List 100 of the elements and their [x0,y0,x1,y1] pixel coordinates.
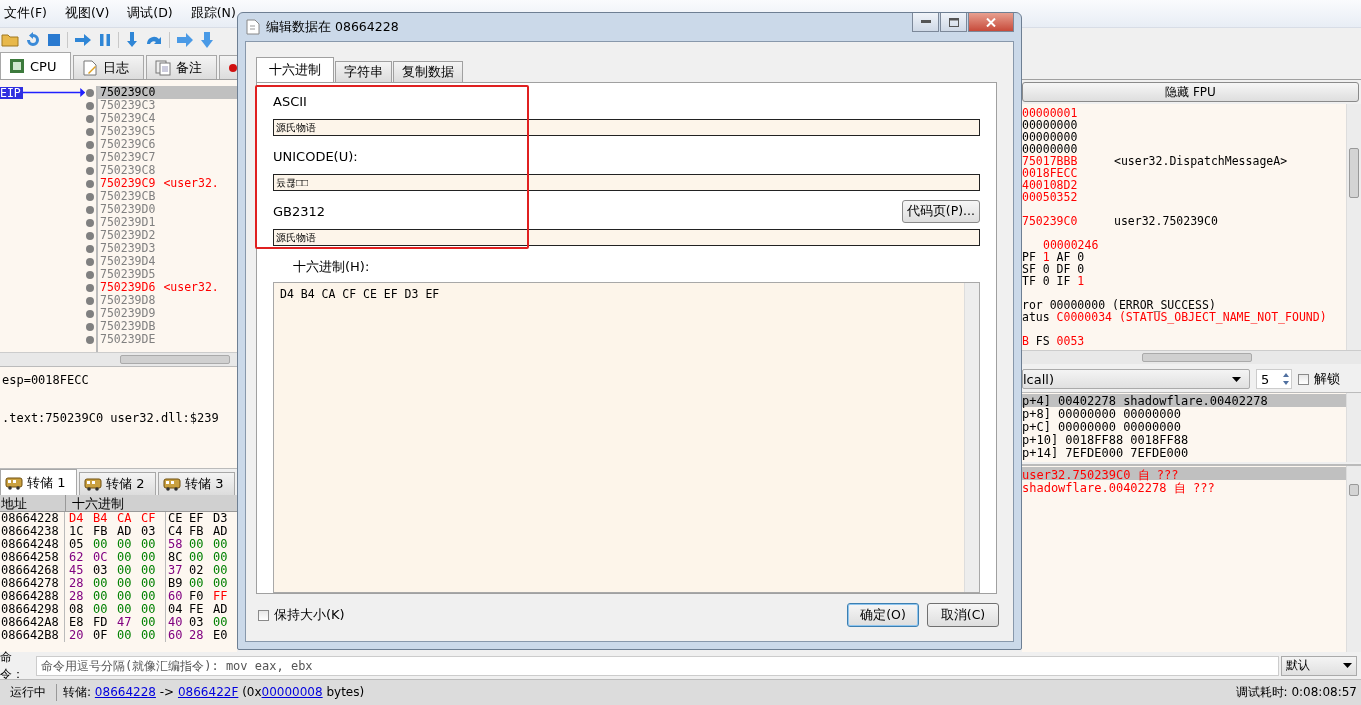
tab[interactable]: 转储 2 [79,472,156,495]
hex-byte: 03 [141,525,157,538]
checkbox[interactable] [258,609,269,621]
hide-fpu-button[interactable]: 隐藏 FPU [1022,82,1359,102]
dump-range-text: 转储: 08664228 -> 0866422F (0x00000008 bytes) [62,684,366,701]
hex-byte: 00 [141,629,157,642]
breakpoint-dot[interactable] [86,218,94,227]
register-text: atus [1022,311,1050,323]
breakpoint-dot[interactable] [86,322,94,331]
breakpoint-dot[interactable] [86,335,94,344]
van-icon [5,475,23,490]
field-label: ASCII [273,93,307,109]
cancel-button[interactable]: 取消(C) [927,603,999,627]
hex-byte: 00 [141,603,157,616]
breakpoint-dot[interactable] [86,257,94,266]
hex-byte: AD [213,603,229,616]
notes-icon [155,59,172,76]
tab[interactable]: 备注 [146,55,218,79]
register-text: AF [1056,251,1071,263]
hex-byte: E0 [213,629,229,642]
breakpoint-dot[interactable] [86,205,94,214]
hex-byte: 00 [141,538,157,551]
step-into-icon[interactable] [125,31,139,49]
mode-dropdown[interactable]: 默认 [1281,655,1357,676]
breakpoint-dot[interactable] [86,296,94,305]
checkbox[interactable] [1298,373,1309,385]
down-arrow-icon[interactable] [200,31,214,49]
register-text: user32.750239C0 [1114,215,1218,227]
breakpoint-dot[interactable] [86,283,94,292]
breakpoint-dot[interactable] [86,101,94,110]
breakpoint-dot[interactable] [86,309,94,318]
menu-item[interactable]: 调试(D) [127,5,173,22]
arrow-icon [22,88,85,97]
call-convention-dropdown[interactable]: lcall) [1022,369,1250,389]
breakpoint-dot[interactable] [86,114,94,123]
register-text: ror [1022,299,1043,311]
hex-byte: 03 [93,564,109,577]
caret-icon [1232,376,1241,382]
hex-byte: C4 [165,525,189,538]
ok-button[interactable]: 确定(O) [847,603,919,627]
code-page-button[interactable]: 代码页(P)... [901,199,980,223]
scrollbar[interactable] [964,283,979,592]
scrollbar[interactable] [1346,393,1361,462]
count-spinner[interactable]: 5 [1256,369,1292,389]
breakpoint-dot[interactable] [86,88,94,97]
eip-label: EIP [0,86,23,99]
folder-icon[interactable] [1,32,19,48]
address-link[interactable]: 0866422F [177,685,239,699]
pause-icon[interactable] [98,32,112,48]
hex-byte: 00 [213,564,229,577]
menu-item[interactable]: 文件(F) [4,5,47,22]
menu-item[interactable]: 跟踪(N) [190,5,236,22]
breakpoint-dot[interactable] [86,244,94,253]
minimize-button[interactable] [912,13,939,32]
scrollbar[interactable] [0,352,237,366]
tab[interactable]: 转储 1 [0,469,77,495]
hex-field[interactable]: D4 B4 CA CF CE EF D3 EF [273,282,980,593]
size-link[interactable]: 00000008 [261,685,323,699]
breakpoint-dot[interactable] [86,179,94,188]
stop-icon[interactable] [47,33,61,47]
address-text: 750239C0 [100,85,156,99]
tab[interactable]: 十六进制 [256,57,334,82]
restart-icon[interactable] [25,32,41,48]
input-field[interactable]: 源氏物语 [273,229,980,246]
breakpoint-dot[interactable] [86,192,94,201]
scrollbar[interactable] [1022,350,1361,364]
breakpoint-dot[interactable] [86,140,94,149]
input-field[interactable]: 源氏物语 [273,119,980,136]
call-stack-entry: shadowflare.00402278 自 ??? [1022,481,1215,495]
hex-byte: 00 [189,538,205,551]
window-title: 编辑数据在 08664228 [266,18,399,36]
tab[interactable]: CPU [0,52,72,79]
run-icon[interactable] [74,32,92,48]
register-text: B [1022,335,1029,347]
hex-byte: 28 [69,577,85,590]
breakpoint-dot[interactable] [86,127,94,136]
hex-byte: 1C [69,525,85,538]
menu-item[interactable]: 视图(V) [64,5,110,22]
hex-byte: CA [117,512,133,525]
hex-byte: 00 [141,616,157,629]
address-text: 750239D3 [100,241,156,255]
command-field[interactable]: 命令用逗号分隔(就像汇编指令): mov eax, ebx [36,655,1279,676]
address-text: 750239D6 [100,280,156,294]
scrollbar[interactable] [1346,466,1361,652]
tab[interactable]: 字符串 [335,61,392,82]
breakpoint-dot[interactable] [86,153,94,162]
forward-icon[interactable] [176,32,194,48]
address-link[interactable]: 08664228 [94,685,156,699]
close-button[interactable] [968,13,1014,32]
tab[interactable]: 日志 [73,55,145,79]
tab[interactable]: 复制数据 [393,61,463,82]
breakpoint-dot[interactable] [86,231,94,240]
hex-byte: D4 [69,512,85,525]
address-text: 750239C5 [100,124,156,138]
tab[interactable]: 转储 3 [158,472,235,495]
breakpoint-dot[interactable] [86,270,94,279]
breakpoint-dot[interactable] [86,166,94,175]
scrollbar[interactable] [1346,104,1361,350]
input-field[interactable]: 듔쿊□□ [273,174,980,191]
maximize-button[interactable] [940,13,967,32]
